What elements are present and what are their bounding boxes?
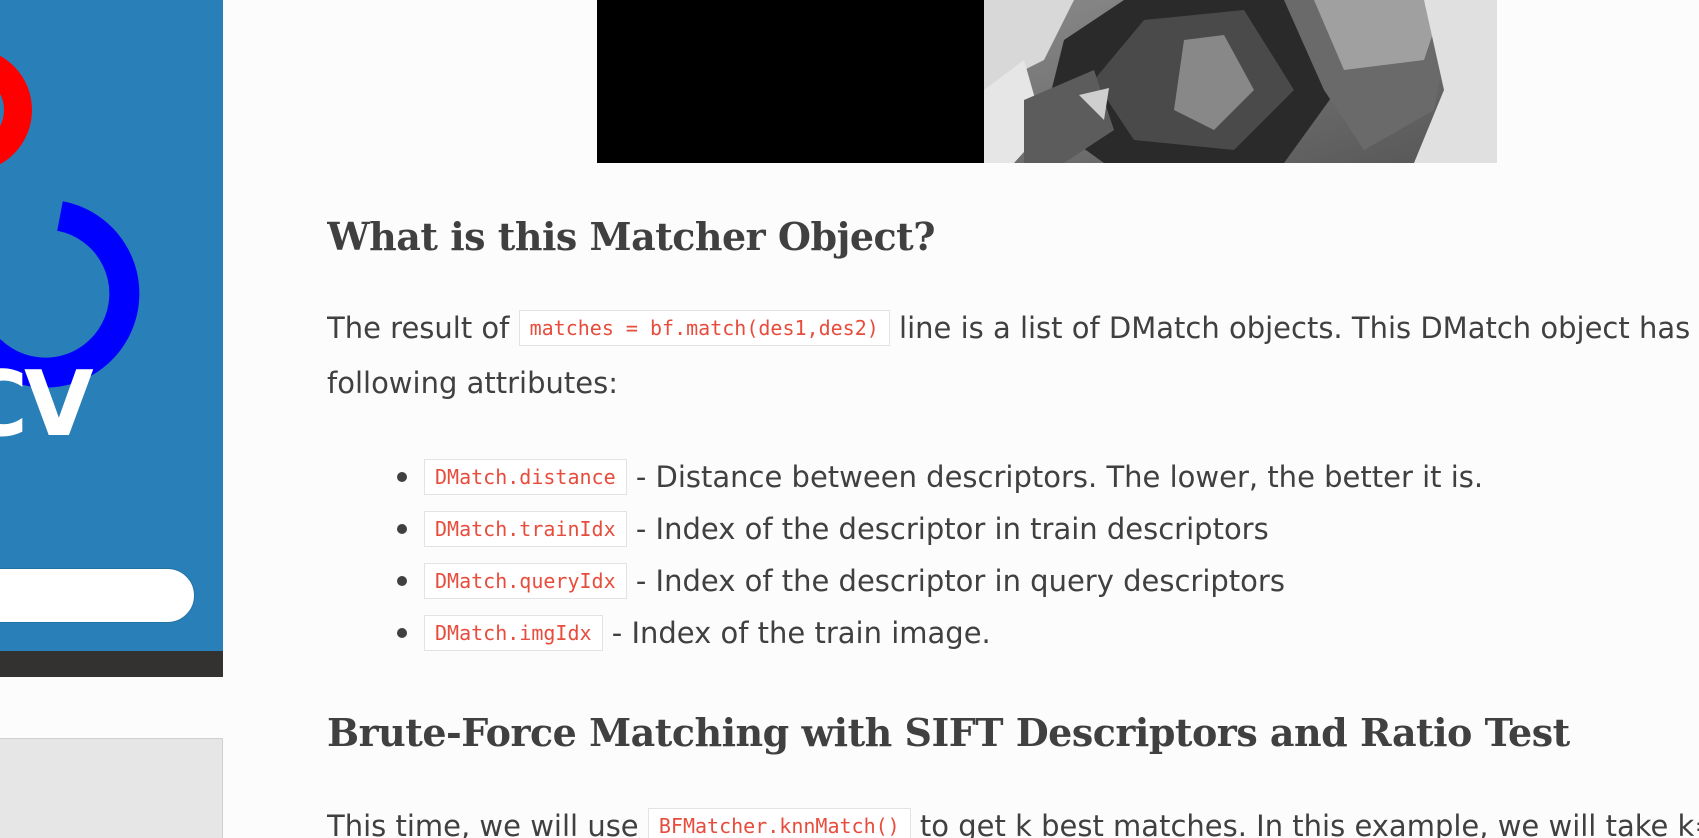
bullet-icon <box>397 524 407 534</box>
list-item: DMatch.distance - Distance between descr… <box>397 451 1483 503</box>
list-item: DMatch.imgIdx - Index of the train image… <box>397 607 1483 659</box>
list-item: DMatch.trainIdx - Index of the descripto… <box>397 503 1483 555</box>
list-item: DMatch.queryIdx - Index of the descripto… <box>397 555 1483 607</box>
bullet-icon <box>397 576 407 586</box>
result-figure <box>597 0 1497 163</box>
logo-text: CV <box>0 352 94 457</box>
bullet-icon <box>397 472 407 482</box>
list-item-text: - Index of the descriptor in train descr… <box>626 512 1269 546</box>
intro-text: to get k best matches. In this example, … <box>910 809 1699 838</box>
intro-text: line is a list of DMatch objects. This D… <box>889 311 1691 345</box>
inline-code: matches = bf.match(des1,des2) <box>518 310 890 346</box>
list-item-text: - Index of the descriptor in query descr… <box>626 564 1285 598</box>
matcher-intro-paragraph: The result of matches = bf.match(des1,de… <box>327 302 1699 409</box>
search-input[interactable] <box>0 568 195 623</box>
section-heading-bf-sift: Brute-Force Matching with SIFT Descripto… <box>327 710 1570 755</box>
main-content: What is this Matcher Object? The result … <box>327 0 1699 838</box>
inline-code: BFMatcher.knnMatch() <box>647 808 911 838</box>
dmatch-attribute-list: DMatch.distance - Distance between descr… <box>397 451 1483 659</box>
opencv-logo-icon[interactable]: CV <box>0 0 223 470</box>
sidebar-version-strip <box>0 651 223 677</box>
list-item-text: - Index of the train image. <box>602 616 991 650</box>
sidebar-header: CV <box>0 0 223 651</box>
inline-code: DMatch.queryIdx <box>424 563 627 599</box>
bf-intro-paragraph: This time, we will use BFMatcher.knnMatc… <box>327 800 1699 838</box>
inline-code: DMatch.distance <box>424 459 627 495</box>
inline-code: DMatch.trainIdx <box>424 511 627 547</box>
bullet-icon <box>397 628 407 638</box>
sidebar-menu-item[interactable] <box>0 738 223 838</box>
sidebar: CV <box>0 0 223 838</box>
intro-text: following attributes: <box>327 366 618 400</box>
inline-code: DMatch.imgIdx <box>424 615 603 651</box>
intro-text: The result of <box>327 311 519 345</box>
intro-text: This time, we will use <box>327 809 648 838</box>
result-photo-image <box>984 0 1497 163</box>
list-item-text: - Distance between descriptors. The lowe… <box>626 460 1484 494</box>
section-heading-matcher: What is this Matcher Object? <box>327 214 936 259</box>
